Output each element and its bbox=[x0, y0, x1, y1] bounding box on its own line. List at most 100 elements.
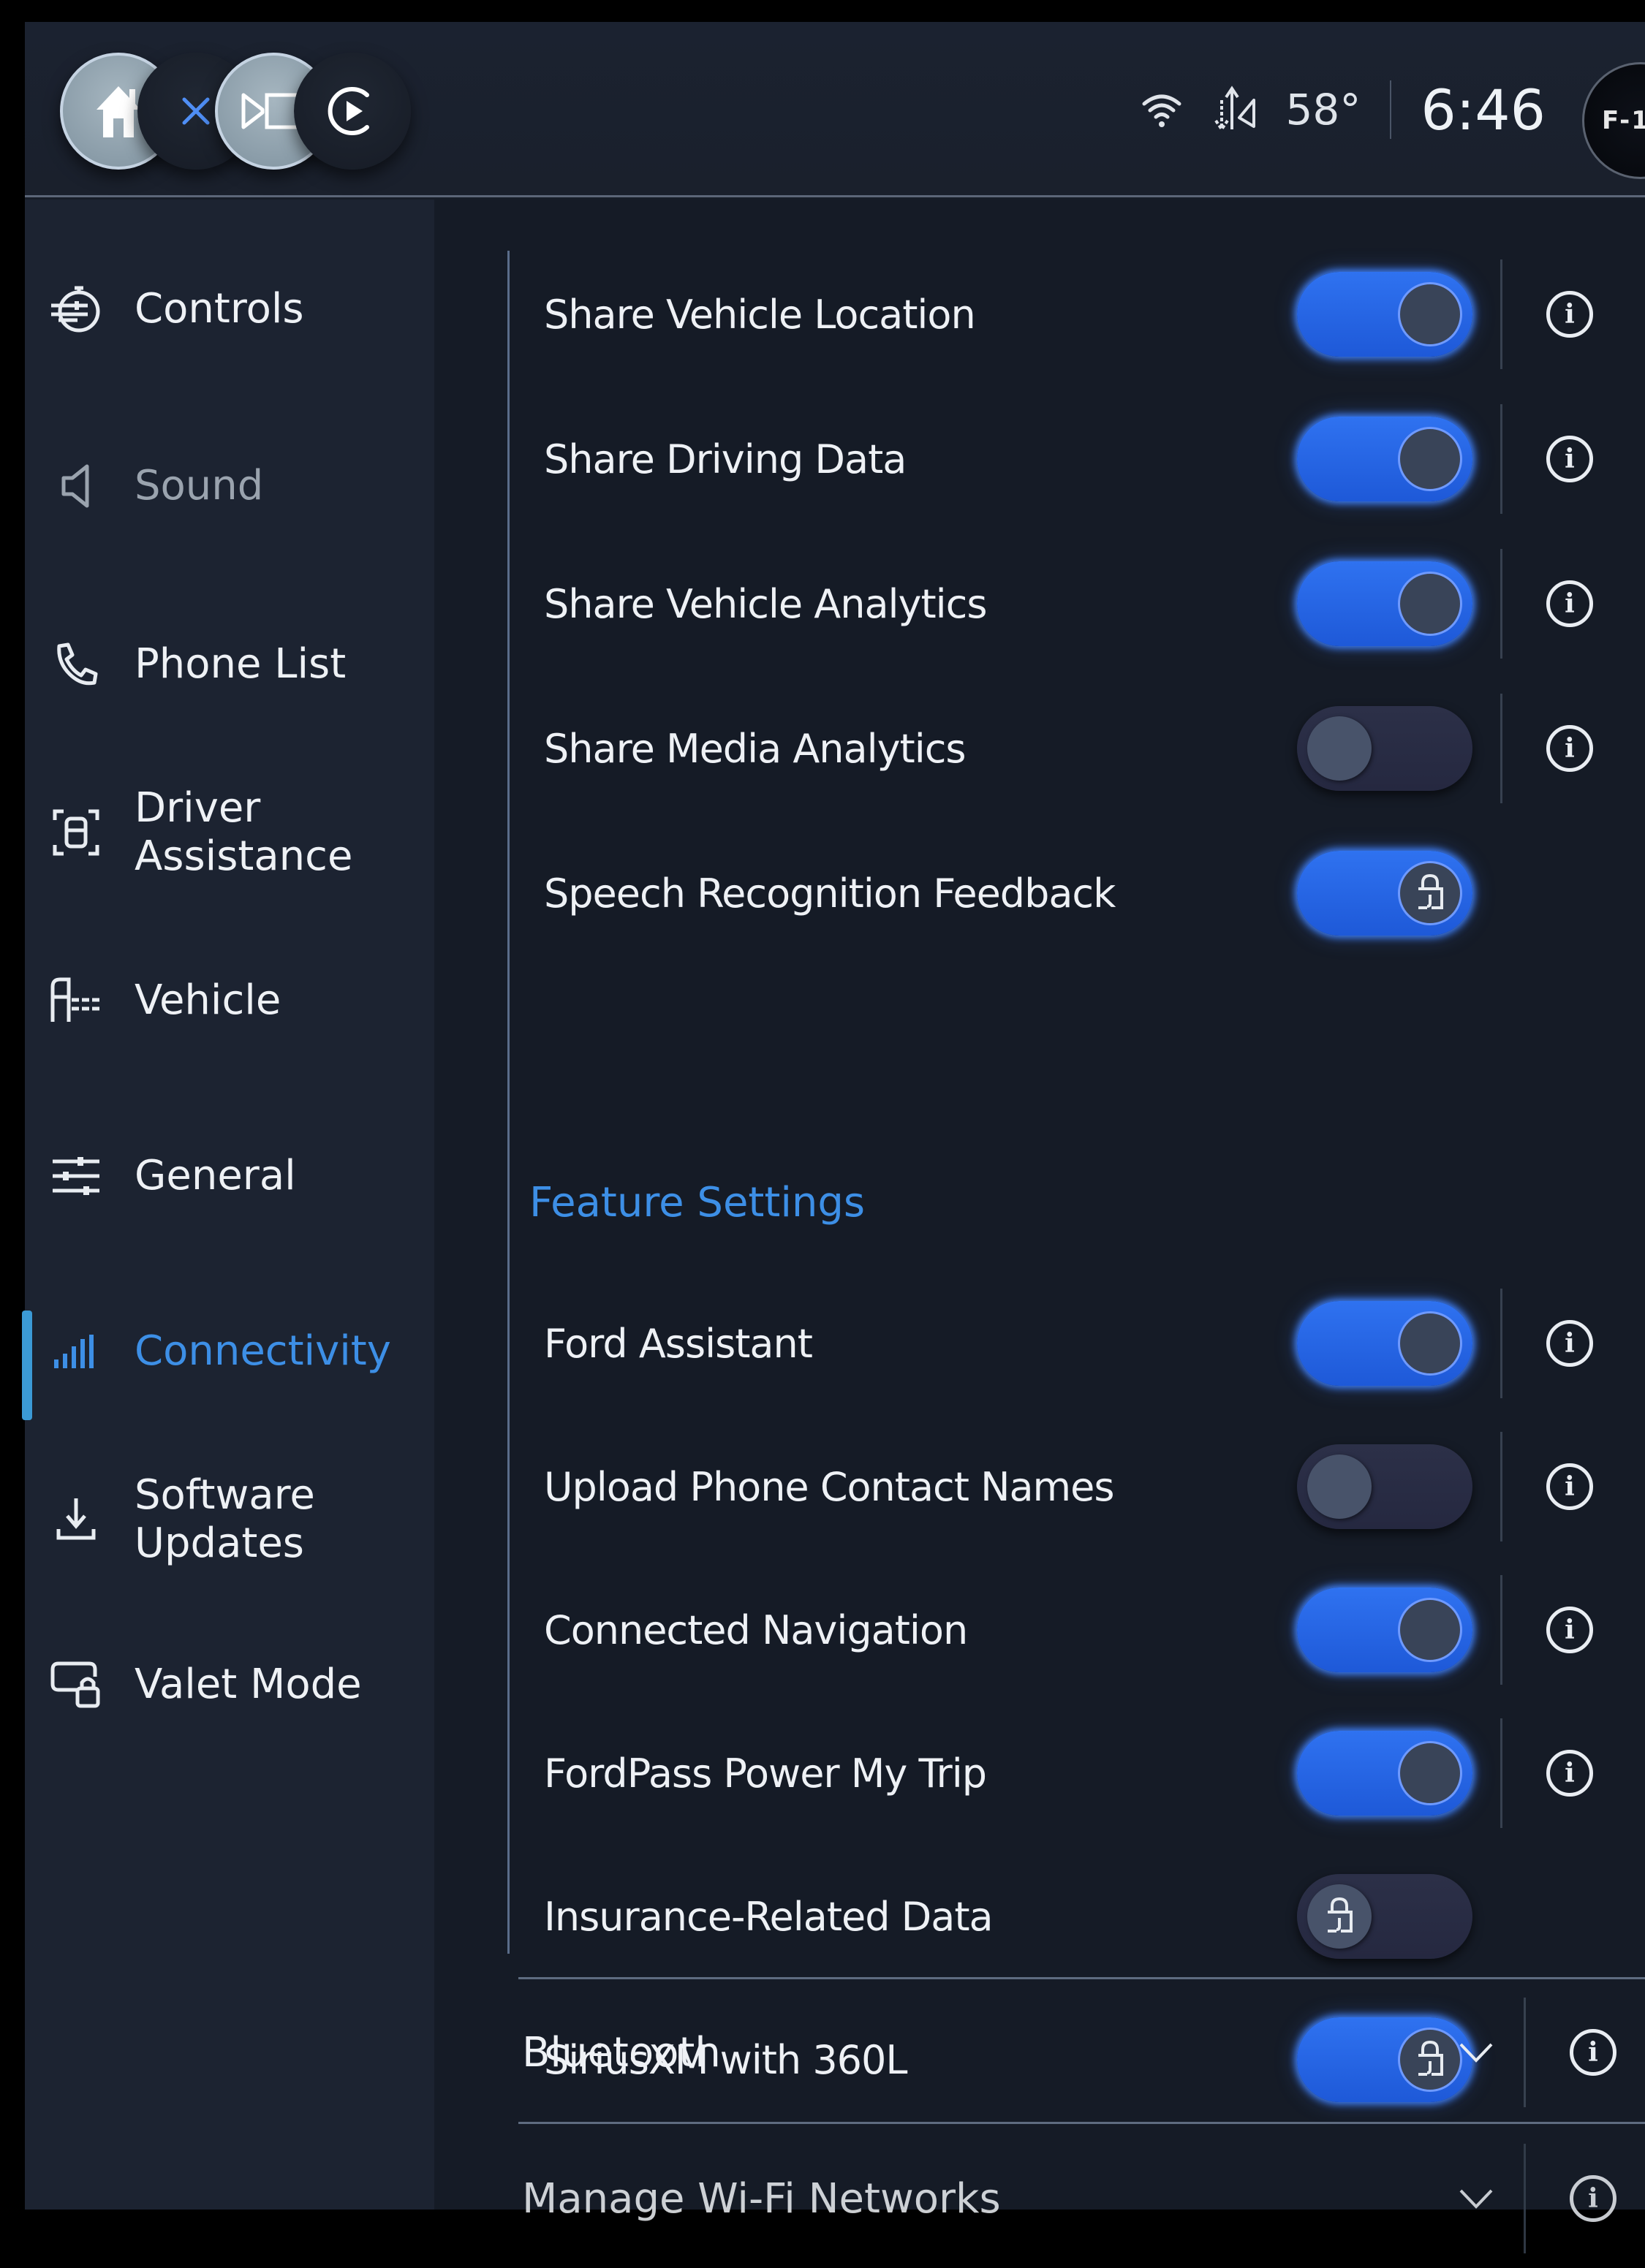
wifi-icon bbox=[1142, 94, 1181, 127]
controls-icon bbox=[47, 280, 105, 338]
chevron-down-icon[interactable] bbox=[1451, 2027, 1502, 2078]
sidebar-item-label: Controls bbox=[135, 284, 304, 333]
setting-row: Share Driving Data i bbox=[544, 397, 1645, 521]
info-icon[interactable]: i bbox=[1546, 1607, 1593, 1653]
setting-row: Connected Navigation i bbox=[544, 1568, 1645, 1692]
setting-row: Upload Phone Contact Names i bbox=[544, 1425, 1645, 1549]
accordion-label: Manage Wi-Fi Networks bbox=[522, 2174, 1001, 2223]
sidebar-item-driver-assistance[interactable]: Driver Assistance bbox=[47, 784, 412, 881]
setting-toggle[interactable] bbox=[1297, 1444, 1472, 1529]
divider bbox=[518, 2122, 1645, 2124]
sidebar-item-phone-list[interactable]: Phone List bbox=[47, 635, 412, 694]
setting-row: Share Vehicle Location i bbox=[544, 252, 1645, 376]
toggle-knob bbox=[1398, 572, 1462, 636]
info-icon[interactable]: i bbox=[1546, 1750, 1593, 1797]
status-area: 58° 6:46 bbox=[1140, 73, 1546, 146]
toggle-knob bbox=[1398, 861, 1462, 925]
sidebar-item-sound[interactable]: Sound bbox=[47, 457, 412, 515]
sidebar-item-label: Sound bbox=[135, 461, 264, 509]
lock-icon bbox=[1323, 1896, 1355, 1937]
setting-label: Speech Recognition Feedback bbox=[544, 870, 1116, 917]
setting-toggle[interactable] bbox=[1297, 1301, 1472, 1386]
divider bbox=[1500, 1718, 1502, 1828]
sidebar-item-label: Connectivity bbox=[135, 1327, 391, 1375]
setting-toggle[interactable] bbox=[1297, 1731, 1472, 1816]
home-icon bbox=[97, 86, 140, 137]
sidebar-item-valet-mode[interactable]: Valet Mode bbox=[47, 1656, 412, 1714]
setting-label: Share Driving Data bbox=[544, 436, 907, 482]
feature-settings-heading: Feature Settings bbox=[529, 1179, 866, 1226]
info-icon[interactable]: i bbox=[1546, 1320, 1593, 1367]
setting-toggle[interactable] bbox=[1297, 1874, 1472, 1959]
divider bbox=[1500, 549, 1502, 659]
setting-label: Share Vehicle Analytics bbox=[544, 580, 988, 627]
brand-badge[interactable]: F-15 bbox=[1582, 62, 1645, 179]
divider bbox=[1524, 2144, 1526, 2253]
setting-toggle[interactable] bbox=[1297, 561, 1472, 646]
setting-row: Insurance-Related Data bbox=[544, 1854, 1645, 1979]
sidebar-item-vehicle[interactable]: Vehicle bbox=[47, 971, 412, 1030]
phone-icon bbox=[47, 635, 105, 694]
setting-label: Ford Assistant bbox=[544, 1320, 813, 1367]
temperature-readout: 58° bbox=[1285, 85, 1361, 134]
speaker-icon bbox=[47, 457, 105, 515]
section-guide-line bbox=[507, 251, 510, 1954]
setting-toggle[interactable] bbox=[1297, 851, 1472, 936]
setting-row: Share Media Analytics i bbox=[544, 686, 1645, 811]
sidebar-item-label: General bbox=[135, 1151, 296, 1199]
info-icon[interactable]: i bbox=[1546, 291, 1593, 338]
chevron-down-icon[interactable] bbox=[1451, 2173, 1502, 2224]
sidebar-item-software-updates[interactable]: Software Updates bbox=[47, 1471, 412, 1568]
toggle-knob bbox=[1398, 1741, 1462, 1805]
sliders-icon bbox=[47, 1147, 105, 1205]
setting-toggle[interactable] bbox=[1297, 1588, 1472, 1672]
divider bbox=[1500, 1289, 1502, 1398]
setting-toggle[interactable] bbox=[1297, 706, 1472, 791]
divider bbox=[1500, 1575, 1502, 1685]
setting-row: FordPass Power My Trip i bbox=[544, 1711, 1645, 1835]
sidebar-item-label: Valet Mode bbox=[135, 1660, 362, 1708]
clock: 6:46 bbox=[1421, 77, 1546, 143]
data-transfer-icon bbox=[1214, 86, 1255, 132]
setting-row: Ford Assistant i bbox=[544, 1281, 1645, 1406]
setting-label: FordPass Power My Trip bbox=[544, 1750, 987, 1797]
settings-sidebar: Controls Sound Phone List Driver Assista… bbox=[22, 200, 434, 2210]
infotainment-screen: 58° 6:46 F-15 Controls bbox=[22, 22, 1645, 2253]
info-icon[interactable]: i bbox=[1546, 436, 1593, 482]
toggle-knob bbox=[1307, 1884, 1372, 1949]
setting-label: Upload Phone Contact Names bbox=[544, 1463, 1115, 1510]
divider bbox=[1524, 1998, 1526, 2107]
download-icon bbox=[47, 1490, 105, 1549]
sidebar-item-general[interactable]: General bbox=[47, 1147, 412, 1205]
wifi-networks-accordion[interactable]: Manage Wi-Fi Networks i bbox=[522, 2129, 1645, 2268]
media-button[interactable] bbox=[294, 53, 411, 170]
info-icon[interactable]: i bbox=[1546, 1463, 1593, 1510]
info-icon[interactable]: i bbox=[1570, 2175, 1616, 2222]
driver-assist-icon bbox=[47, 803, 105, 862]
setting-label: Share Vehicle Location bbox=[544, 291, 976, 338]
sidebar-item-label: Phone List bbox=[135, 640, 347, 688]
sidebar-item-connectivity[interactable]: Connectivity bbox=[47, 1322, 412, 1381]
bluetooth-accordion[interactable]: Bluetooth i bbox=[522, 1983, 1645, 2122]
signal-bars-icon bbox=[47, 1322, 105, 1381]
info-icon[interactable]: i bbox=[1546, 725, 1593, 772]
divider bbox=[1500, 694, 1502, 803]
valet-lock-icon bbox=[47, 1656, 105, 1714]
toggle-knob bbox=[1307, 1455, 1372, 1519]
toggle-knob bbox=[1398, 1311, 1462, 1376]
divider bbox=[1500, 259, 1502, 369]
info-icon[interactable]: i bbox=[1546, 580, 1593, 627]
setting-toggle[interactable] bbox=[1297, 417, 1472, 501]
sidebar-item-label: Software Updates bbox=[135, 1471, 315, 1568]
setting-row: Share Vehicle Analytics i bbox=[544, 542, 1645, 666]
setting-label: Insurance-Related Data bbox=[544, 1893, 994, 1940]
connectivity-settings-panel: Share Vehicle Location i Share Driving Dat… bbox=[434, 200, 1645, 2253]
lock-icon bbox=[1414, 873, 1446, 914]
info-icon[interactable]: i bbox=[1570, 2029, 1616, 2076]
sidebar-item-controls[interactable]: Controls bbox=[47, 280, 412, 338]
setting-toggle[interactable] bbox=[1297, 272, 1472, 357]
toggle-knob bbox=[1398, 282, 1462, 346]
play-circle-icon bbox=[328, 87, 369, 135]
close-icon bbox=[182, 97, 210, 125]
toggle-knob bbox=[1398, 427, 1462, 491]
